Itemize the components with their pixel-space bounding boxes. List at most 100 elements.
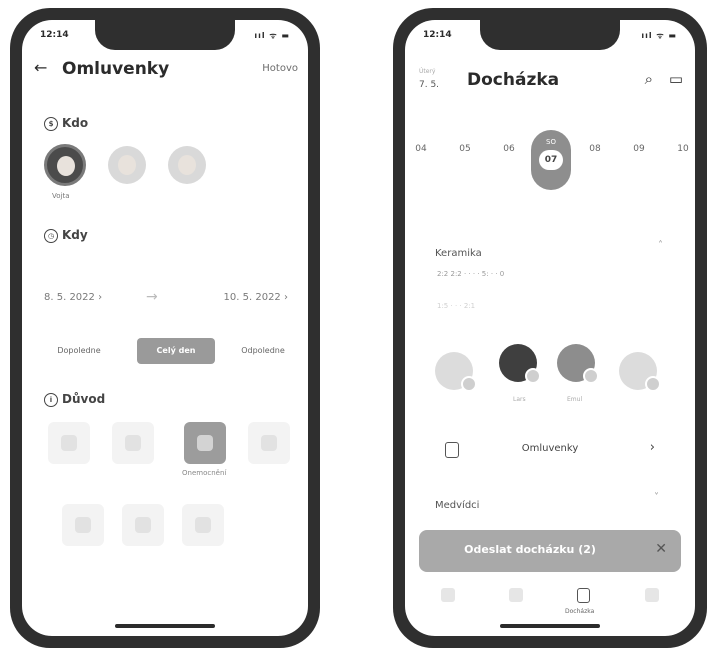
reason-option[interactable] <box>62 504 104 546</box>
date-to-value: 10. 5. 2022 <box>223 292 281 303</box>
done-button[interactable]: Hotovo <box>262 63 298 74</box>
section-reason: i Důvod <box>44 392 105 407</box>
chevron-right-icon: › <box>284 292 288 303</box>
section-who: $ Kdo <box>44 116 88 131</box>
header-weekday: Úterý <box>419 68 436 75</box>
reason-icon <box>61 435 77 451</box>
status-badge <box>461 376 477 392</box>
close-icon[interactable]: ✕ <box>655 541 667 557</box>
info-icon: i <box>44 392 58 407</box>
section-reason-label: Důvod <box>62 392 106 406</box>
tab-bar-icon[interactable] <box>645 588 659 602</box>
avatar-selected[interactable] <box>44 144 86 186</box>
reason-icon <box>195 517 211 533</box>
day-item[interactable]: 04 <box>411 144 431 154</box>
segment-afternoon[interactable]: Odpoledne <box>224 338 302 364</box>
section-when: ◷ Kdy <box>44 228 88 243</box>
sick-icon <box>197 435 213 451</box>
day-item[interactable]: 10 <box>673 144 693 154</box>
phone-omluvenky: 12:14 ııl ᯤ ▬ ← Omluvenky Hotovo $ Kdo Vo… <box>10 8 320 648</box>
avatar-name: Vojta <box>52 192 70 200</box>
day-item[interactable]: 05 <box>455 144 475 154</box>
reason-icon <box>75 517 91 533</box>
screen-dochazka: 12:14 ııl ᯤ ▬ Úterý 7. 5. Docházka ⌕ ▭ 0… <box>405 20 695 636</box>
avatar[interactable] <box>108 146 146 184</box>
screen-omluvenky: 12:14 ııl ᯤ ▬ ← Omluvenky Hotovo $ Kdo Vo… <box>22 20 308 636</box>
child-avatar[interactable] <box>619 352 661 392</box>
day-item[interactable]: 08 <box>585 144 605 154</box>
child-avatar[interactable] <box>557 344 599 384</box>
back-arrow-icon[interactable]: ← <box>34 58 47 77</box>
home-indicator[interactable] <box>500 624 600 628</box>
date-range: 8. 5. 2022 › → 10. 5. 2022 › <box>44 289 288 308</box>
status-bar: 12:14 ııl ᯤ ▬ <box>423 30 677 44</box>
clock-icon: ◷ <box>44 228 58 243</box>
omluvenky-label: Omluvenky <box>521 443 579 454</box>
segment-morning[interactable]: Dopoledne <box>40 338 118 364</box>
day-part-selector: Dopoledne Celý den Odpoledne <box>40 338 294 364</box>
group-title-medvidci[interactable]: Medvídci <box>435 500 479 511</box>
segment-full-day[interactable]: Celý den <box>137 338 215 364</box>
day-item[interactable]: 06 <box>499 144 519 154</box>
home-indicator[interactable] <box>115 624 215 628</box>
group-subtimes: 1:5 · · · 2:1 <box>437 302 476 310</box>
status-badge <box>525 368 541 384</box>
reason-icon <box>135 517 151 533</box>
signal-wifi-battery-icon: ııl ᯤ ▬ <box>254 31 290 40</box>
date-from-value: 8. 5. 2022 <box>44 292 95 303</box>
section-when-label: Kdy <box>62 228 88 242</box>
avatar-face <box>178 155 196 175</box>
attendance-tab-icon[interactable] <box>577 588 590 603</box>
reason-option[interactable] <box>182 504 224 546</box>
group-title-keramika[interactable]: Keramika <box>435 248 482 259</box>
reason-option[interactable] <box>112 422 154 464</box>
child-avatar[interactable] <box>435 352 477 392</box>
avatar-face <box>57 156 75 176</box>
phone-dochazka: 12:14 ııl ᯤ ▬ Úterý 7. 5. Docházka ⌕ ▭ 0… <box>393 8 707 648</box>
status-time: 12:14 <box>40 30 69 40</box>
day-item[interactable]: 09 <box>629 144 649 154</box>
reason-option-selected[interactable] <box>184 422 226 464</box>
tab-bar-icon[interactable] <box>441 588 455 602</box>
child-name: Lars <box>513 396 526 403</box>
child-name: Emul <box>567 396 583 403</box>
search-icon[interactable]: ⌕ <box>645 70 653 88</box>
chevron-up-icon[interactable]: ˄ <box>658 240 663 251</box>
avatar-face <box>118 155 136 175</box>
send-attendance-bar: Odeslat docházku (2) ✕ <box>419 530 681 572</box>
reason-option[interactable] <box>248 422 290 464</box>
reason-option[interactable] <box>122 504 164 546</box>
reason-option[interactable] <box>48 422 90 464</box>
day-item-selected[interactable]: SO 07 <box>531 130 571 190</box>
date-from-field[interactable]: 8. 5. 2022 › <box>44 292 102 303</box>
selected-day-weekday: SO <box>546 138 556 146</box>
arrow-right-icon: → <box>146 289 158 305</box>
chevron-right-icon: › <box>98 292 103 303</box>
signal-wifi-battery-icon: ııl ᯤ ▬ <box>641 31 677 40</box>
calendar-icon[interactable]: ▭ <box>669 70 683 88</box>
page-title: Docházka <box>467 70 560 90</box>
reason-icon <box>261 435 277 451</box>
date-to-field[interactable]: 10. 5. 2022 › <box>224 292 288 303</box>
tab-bar-icon[interactable] <box>509 588 523 602</box>
chevron-down-icon[interactable]: ˅ <box>654 492 659 503</box>
status-badge <box>645 376 661 392</box>
status-badge <box>583 368 599 384</box>
omluvenky-row[interactable]: Omluvenky › <box>435 440 665 460</box>
selected-day-number: 07 <box>539 150 563 170</box>
child-avatar[interactable] <box>499 344 541 384</box>
header-date: 7. 5. <box>419 80 440 90</box>
send-attendance-button[interactable]: Odeslat docházku (2) <box>419 543 641 556</box>
page-title: Omluvenky <box>62 59 170 79</box>
group-times: 2:2 2:2 · · · · 5: · · 0 <box>437 270 505 278</box>
reason-icon <box>125 435 141 451</box>
tab-label-attendance: Docházka <box>565 608 595 615</box>
day-strip: 04 05 06 SO 07 08 09 10 <box>405 130 695 190</box>
chevron-right-icon: › <box>649 440 655 455</box>
avatar[interactable] <box>168 146 206 184</box>
nav-bar: ← Omluvenky Hotovo <box>34 58 298 82</box>
status-bar: 12:14 ııl ᯤ ▬ <box>40 30 290 44</box>
reason-selected-label: Onemocnění <box>182 469 227 477</box>
section-who-label: Kdo <box>62 116 89 130</box>
person-icon: $ <box>44 116 58 131</box>
